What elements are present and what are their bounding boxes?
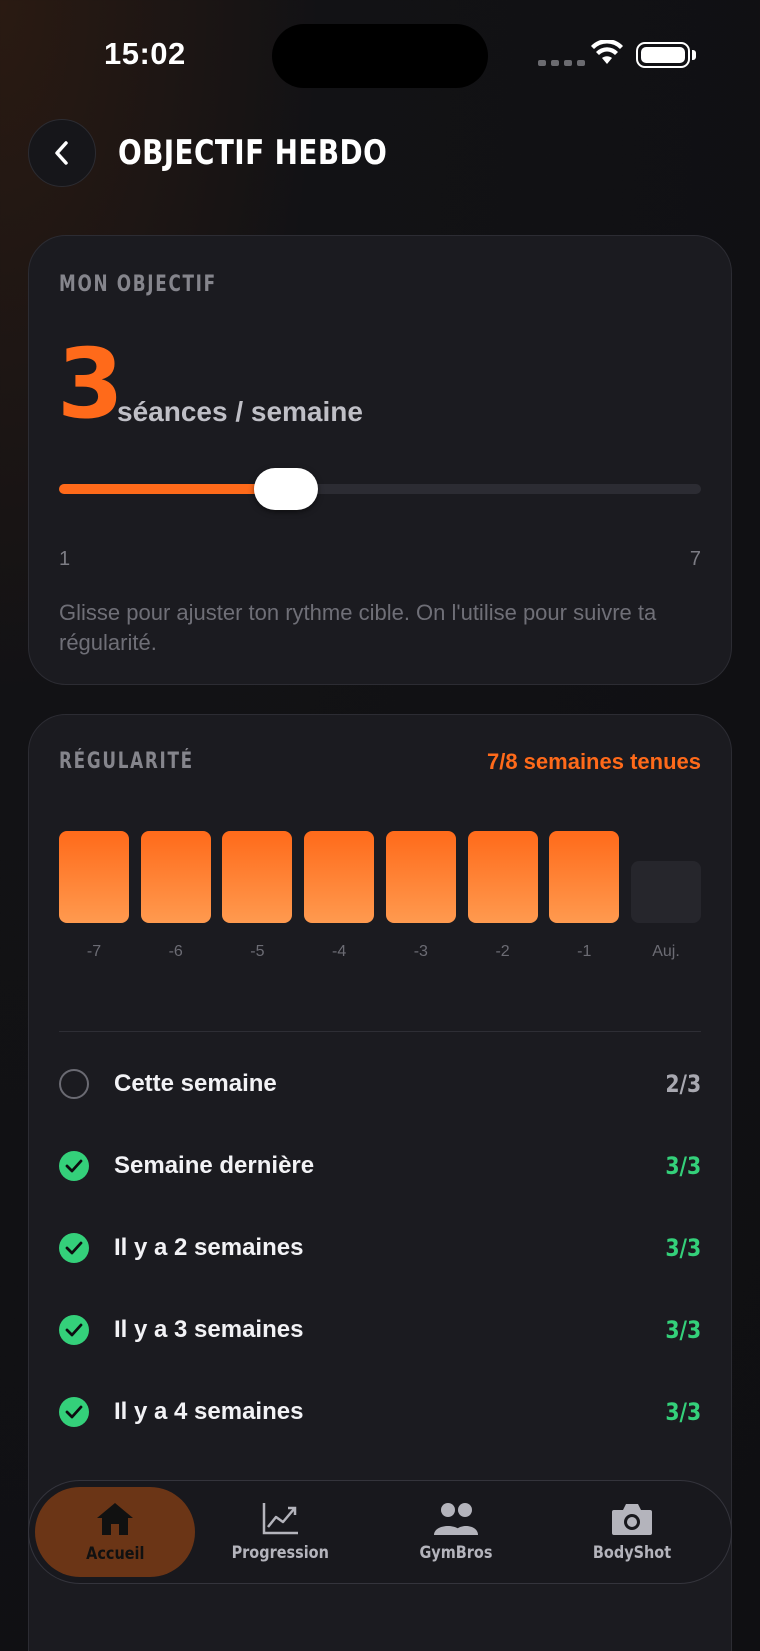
week-score: 2/3 bbox=[665, 1070, 701, 1098]
week-row: Il y a 3 semaines 3/3 bbox=[59, 1305, 701, 1355]
week-label: Il y a 3 semaines bbox=[114, 1316, 304, 1343]
slider-fill bbox=[59, 484, 284, 494]
battery-tip bbox=[692, 50, 696, 60]
week-score: 3/3 bbox=[665, 1234, 701, 1262]
week-bar bbox=[140, 831, 211, 923]
check-circle-icon bbox=[59, 1151, 89, 1181]
people-icon bbox=[434, 1503, 478, 1535]
check-circle-icon bbox=[59, 1315, 89, 1345]
week-row: Il y a 4 semaines 3/3 bbox=[59, 1387, 701, 1437]
week-bar-label: -4 bbox=[332, 943, 347, 960]
week-bar bbox=[59, 831, 129, 923]
week-bar-label: -5 bbox=[250, 943, 265, 960]
goal-slider[interactable] bbox=[59, 468, 701, 510]
tab-label: Accueil bbox=[85, 1544, 145, 1564]
tab-label: BodyShot bbox=[592, 1543, 672, 1563]
week-score: 3/3 bbox=[665, 1152, 701, 1180]
week-bar-label: -1 bbox=[577, 943, 592, 960]
week-bar bbox=[222, 831, 293, 923]
regularity-summary: 7/8 semaines tenues bbox=[486, 749, 701, 774]
check-circle-icon bbox=[59, 1397, 89, 1427]
week-score: 3/3 bbox=[665, 1398, 701, 1426]
regularity-section-label: RÉGULARITÉ bbox=[59, 749, 194, 774]
week-score: 3/3 bbox=[665, 1316, 701, 1344]
week-bar bbox=[304, 831, 375, 923]
week-bar-label: -7 bbox=[86, 943, 102, 960]
check-circle-icon bbox=[59, 1233, 89, 1263]
battery-icon bbox=[636, 42, 690, 68]
tab-bodyshot[interactable]: BodyShot bbox=[552, 1487, 712, 1577]
home-icon bbox=[97, 1503, 133, 1535]
tab-progression[interactable]: Progression bbox=[200, 1487, 360, 1577]
week-bar-label: -6 bbox=[168, 943, 183, 960]
goal-card: MON OBJECTIF 3 séances / semaine 1 7 Gli… bbox=[28, 235, 732, 685]
week-label: Cette semaine bbox=[114, 1070, 277, 1097]
chart-icon bbox=[262, 1503, 298, 1535]
week-bar bbox=[631, 861, 701, 923]
tab-gymbros[interactable]: GymBros bbox=[376, 1487, 536, 1577]
week-label: Il y a 2 semaines bbox=[114, 1234, 304, 1261]
goal-section-label: MON OBJECTIF bbox=[59, 272, 217, 297]
tab-label: GymBros bbox=[419, 1543, 493, 1563]
slider-max-label: 7 bbox=[689, 548, 701, 570]
week-row: Semaine dernière 3/3 bbox=[59, 1141, 701, 1191]
week-bar-label: -2 bbox=[495, 943, 510, 960]
tab-bar: Accueil Progression GymBros BodyShot bbox=[28, 1480, 732, 1584]
status-bar: 15:02 bbox=[0, 0, 760, 110]
divider bbox=[59, 1031, 701, 1032]
goal-value: 3 bbox=[57, 328, 124, 440]
tab-accueil[interactable]: Accueil bbox=[35, 1487, 195, 1577]
helper-text: Glisse pour ajuster ton rythme cible. On… bbox=[59, 600, 657, 655]
wifi-icon bbox=[591, 40, 623, 64]
tab-label: Progression bbox=[231, 1543, 329, 1563]
week-bar-label: Auj. bbox=[652, 943, 680, 960]
page-title: OBJECTIF HEBDO bbox=[118, 133, 388, 173]
goal-unit: séances / semaine bbox=[117, 396, 363, 427]
camera-icon bbox=[612, 1504, 652, 1535]
cellular-signal-icon bbox=[538, 60, 585, 66]
page-header: OBJECTIF HEBDO bbox=[28, 118, 446, 188]
slider-thumb[interactable] bbox=[253, 468, 318, 510]
chevron-left-icon bbox=[55, 141, 68, 165]
week-bar bbox=[385, 831, 456, 923]
weekly-bars: -7 -6 -5 -4 -3 -2 -1 Auj. bbox=[59, 831, 701, 960]
dynamic-island bbox=[272, 24, 488, 88]
week-label: Il y a 4 semaines bbox=[114, 1398, 304, 1425]
week-label: Semaine dernière bbox=[114, 1152, 315, 1179]
status-time: 15:02 bbox=[104, 36, 186, 71]
week-row: Il y a 2 semaines 3/3 bbox=[59, 1223, 701, 1273]
week-row: Cette semaine 2/3 bbox=[59, 1059, 701, 1109]
week-bar-label: -3 bbox=[413, 943, 428, 960]
week-bar bbox=[549, 831, 620, 923]
week-bar bbox=[467, 831, 538, 923]
empty-circle-icon bbox=[59, 1069, 89, 1099]
back-button[interactable] bbox=[28, 119, 96, 187]
slider-min-label: 1 bbox=[59, 548, 71, 570]
